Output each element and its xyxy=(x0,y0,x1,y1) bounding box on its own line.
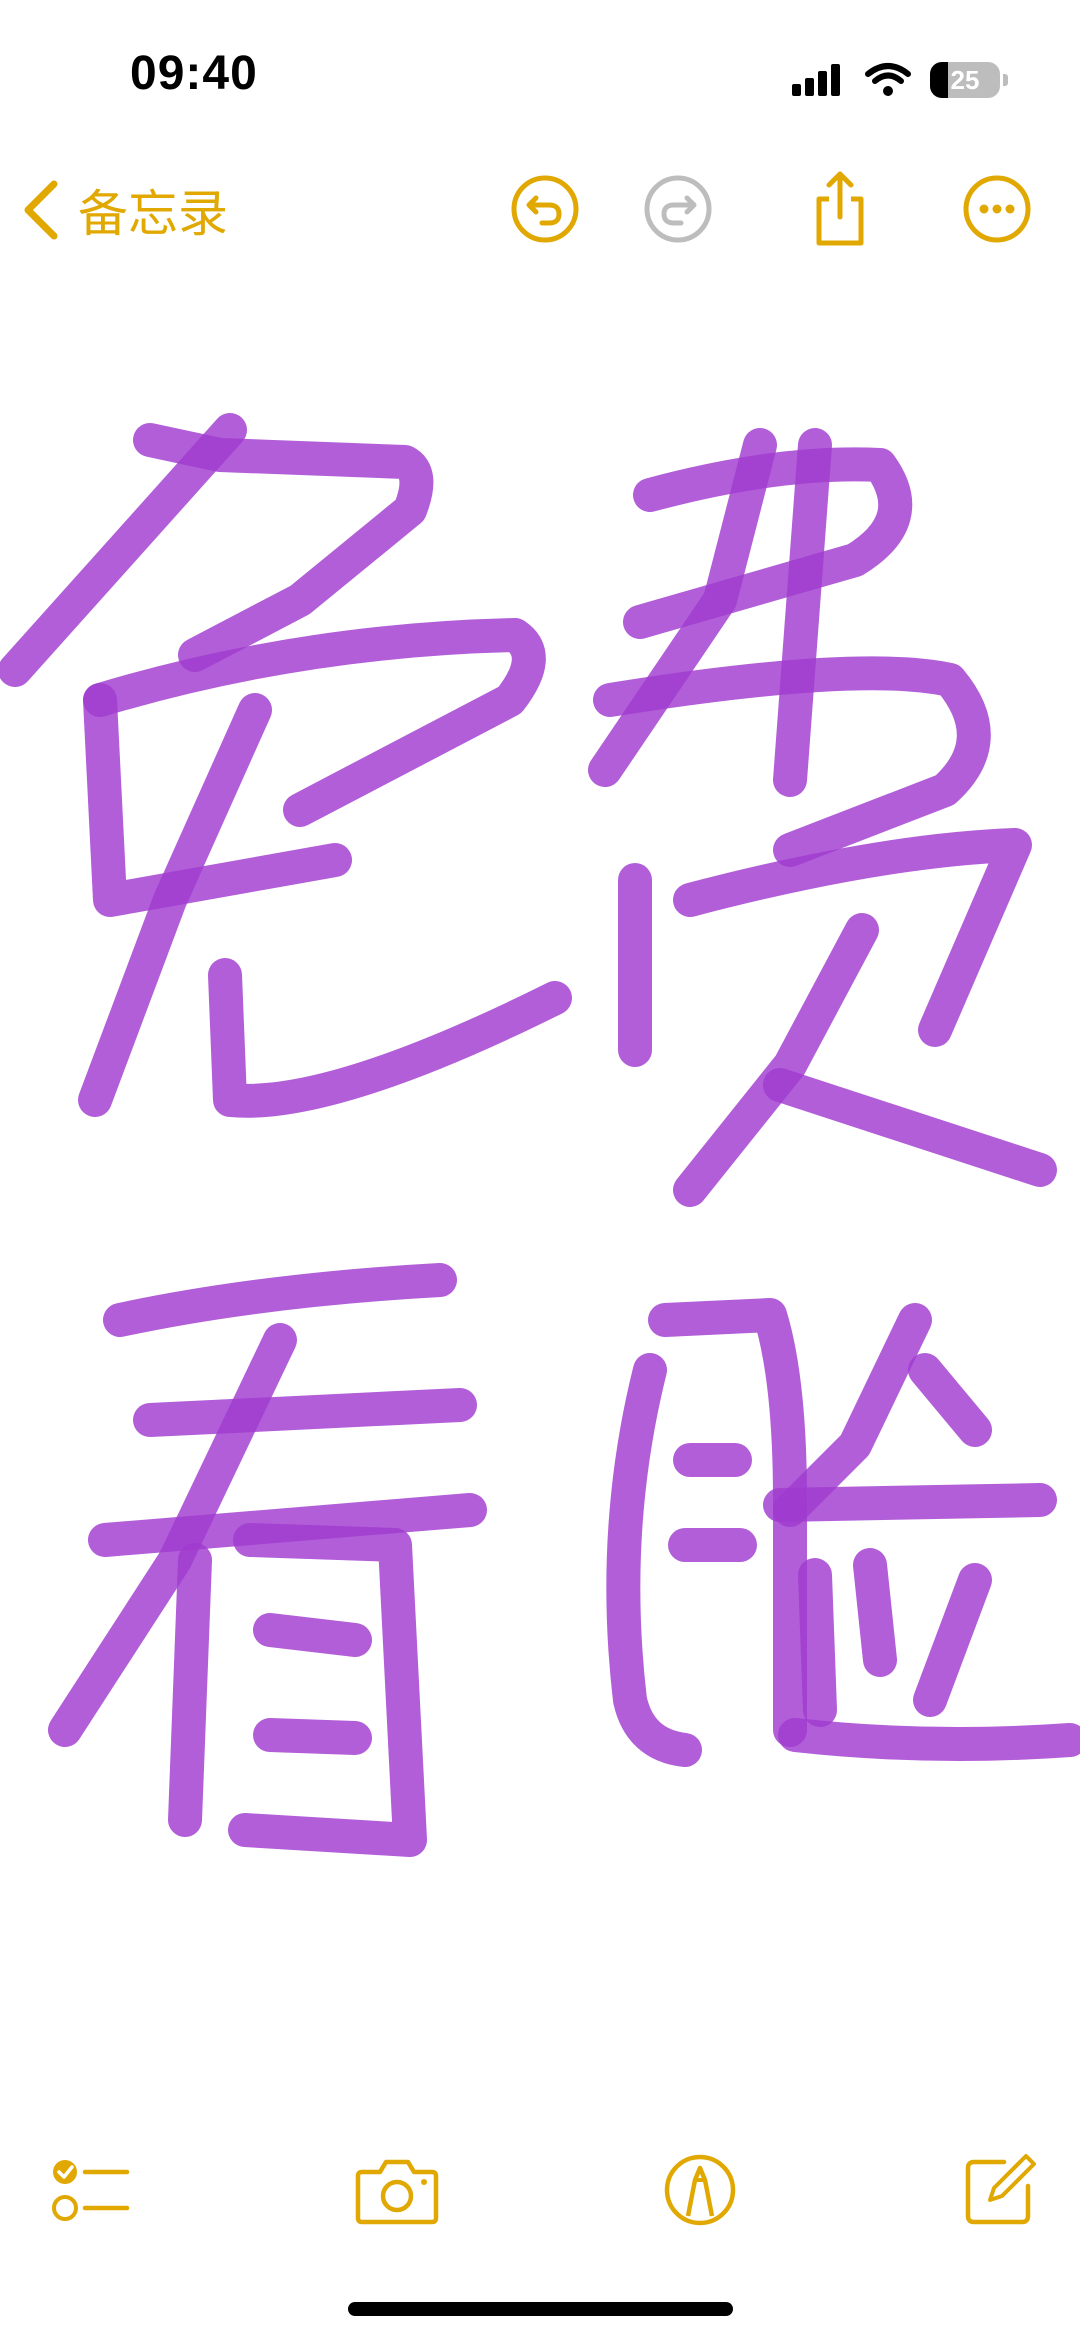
battery-level: 25 xyxy=(950,64,980,95)
more-icon xyxy=(963,175,1031,243)
share-icon xyxy=(816,171,864,246)
stroke-fei-8 xyxy=(763,1068,1057,1187)
handwriting-strokes xyxy=(0,413,1080,1857)
stroke-lian-2 xyxy=(648,1298,807,1747)
stroke-lian-7 xyxy=(763,1483,1057,1522)
wifi-icon xyxy=(865,63,911,96)
drawing-canvas[interactable] xyxy=(0,270,1080,2110)
stroke-fei-1 xyxy=(623,447,913,639)
stroke-lian-5 xyxy=(773,1303,932,1527)
back-button[interactable]: 备忘录 xyxy=(22,172,228,248)
stroke-kan-8 xyxy=(253,1718,372,1755)
stroke-kan-7 xyxy=(253,1613,372,1657)
stroke-mian-3 xyxy=(83,618,546,827)
bottom-toolbar xyxy=(0,2120,1080,2260)
compose-button[interactable] xyxy=(950,2140,1050,2240)
camera-button[interactable] xyxy=(347,2140,447,2240)
status-time: 09:40 xyxy=(130,47,258,100)
stroke-lian-6 xyxy=(908,1353,992,1447)
stroke-lian-1 xyxy=(606,1353,702,1767)
battery-indicator: 25 xyxy=(930,62,1008,98)
more-button[interactable] xyxy=(952,164,1042,254)
redo-button[interactable] xyxy=(633,164,723,254)
share-button[interactable] xyxy=(795,164,885,254)
stroke-lian-9 xyxy=(853,1548,897,1677)
markup-button[interactable] xyxy=(650,2140,750,2240)
checklist-button[interactable] xyxy=(40,2140,140,2240)
stroke-kan-6 xyxy=(228,1523,427,1857)
chevron-left-icon xyxy=(24,180,58,240)
compose-icon xyxy=(965,2154,1036,2225)
markup-pen-icon xyxy=(664,2154,736,2226)
undo-button[interactable] xyxy=(500,164,590,254)
stroke-kan-1 xyxy=(103,1263,457,1337)
stroke-fei-2 xyxy=(773,428,832,797)
camera-icon xyxy=(355,2159,439,2225)
checklist-icon xyxy=(52,2160,130,2221)
home-indicator[interactable] xyxy=(348,2302,733,2316)
stroke-kan-2 xyxy=(133,1388,477,1437)
redo-icon xyxy=(644,175,712,243)
stroke-lian-11 xyxy=(778,1718,1080,1761)
cellular-signal-icon xyxy=(792,64,840,96)
stroke-fei-7 xyxy=(673,913,879,1207)
back-label: 备忘录 xyxy=(78,185,228,243)
stroke-lian-10 xyxy=(913,1563,992,1717)
stroke-lian-8 xyxy=(798,1558,837,1727)
undo-icon xyxy=(511,175,579,243)
navigation-bar: 备忘录 xyxy=(0,150,1080,270)
status-icons: 25 xyxy=(790,52,1008,108)
stroke-kan-5 xyxy=(168,1543,212,1837)
status-bar: 09:40 25 xyxy=(0,0,1080,150)
stroke-mian-6 xyxy=(208,958,572,1118)
